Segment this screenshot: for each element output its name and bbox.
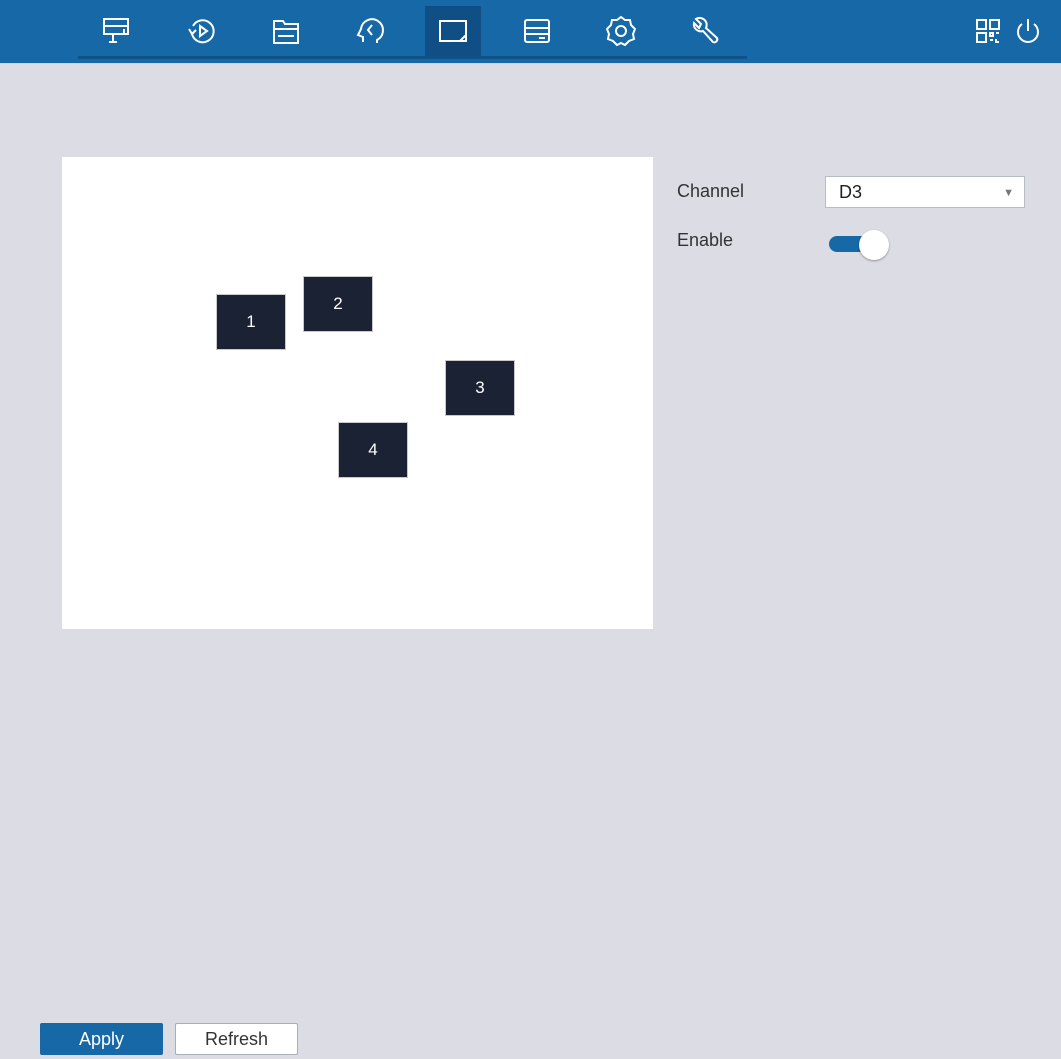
file-search-icon[interactable]	[258, 6, 314, 56]
channel-value: D3	[839, 182, 863, 202]
privacy-mask-box[interactable]: 4	[338, 422, 408, 478]
storage-icon[interactable]	[509, 6, 565, 56]
ai-icon[interactable]	[342, 6, 398, 56]
settings-icon[interactable]	[593, 6, 649, 56]
toggle-knob	[859, 230, 889, 260]
playback-icon[interactable]	[174, 6, 230, 56]
power-icon[interactable]	[1011, 14, 1045, 48]
privacy-mask-box[interactable]: 3	[445, 360, 515, 416]
enable-label: Enable	[677, 230, 734, 250]
chevron-down-icon: ▼	[1003, 187, 1014, 199]
privacy-mask-box[interactable]: 1	[216, 294, 286, 350]
nav-underline	[78, 56, 747, 59]
video-preview[interactable]: 1 2 3 4	[62, 157, 653, 629]
top-nav-bar	[0, 0, 1061, 64]
refresh-button[interactable]: Refresh	[175, 1023, 298, 1055]
enable-toggle[interactable]	[829, 229, 891, 261]
live-view-icon[interactable]	[89, 6, 145, 56]
tools-icon[interactable]	[677, 6, 733, 56]
qr-code-icon[interactable]	[971, 14, 1005, 48]
privacy-mask-icon[interactable]	[425, 6, 481, 56]
privacy-mask-box[interactable]: 2	[303, 276, 373, 332]
apply-button[interactable]: Apply	[40, 1023, 163, 1055]
channel-select[interactable]: D3 ▼	[825, 176, 1025, 208]
channel-label: Channel	[677, 181, 745, 201]
